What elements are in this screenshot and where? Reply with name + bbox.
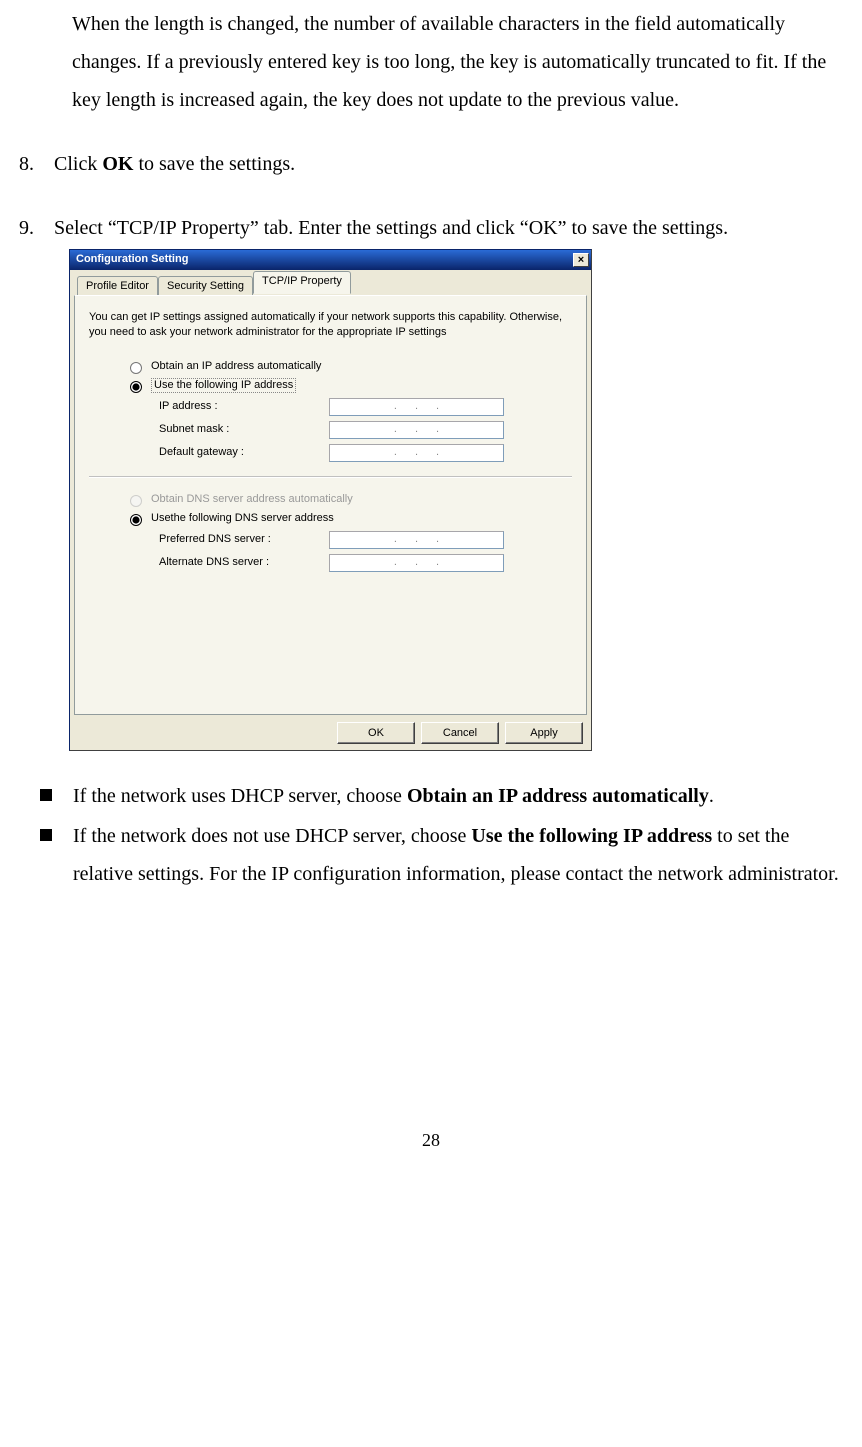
radio-use-following-dns-input[interactable] [130,514,142,526]
dialog-titlebar[interactable]: Configuration Setting × [70,250,591,270]
tab-security-setting[interactable]: Security Setting [158,276,253,296]
radio-use-following-ip-input[interactable] [130,381,142,393]
input-alt-dns[interactable]: ... [329,554,504,572]
step-number: 8. [19,145,34,183]
radio-obtain-ip-label: Obtain an IP address automatically [151,360,321,373]
bullet2-b: Use the following IP address [471,825,712,847]
input-gateway[interactable]: ... [329,444,504,462]
label-subnet: Subnet mask : [159,423,329,436]
field-alt-dns: Alternate DNS server : ... [159,554,572,572]
ok-button[interactable]: OK [337,722,415,744]
step-9-text: Select “TCP/IP Property” tab. Enter the … [54,217,728,239]
input-subnet[interactable]: ... [329,421,504,439]
field-gateway: Default gateway : ... [159,444,572,462]
label-ip-address: IP address : [159,400,329,413]
field-ip-address: IP address : ... [159,398,572,416]
page-number: 28 [23,1123,839,1157]
radio-obtain-ip-input[interactable] [130,362,142,374]
radio-use-following-dns-label: Usethe following DNS server address [151,512,334,525]
radio-obtain-dns-label: Obtain DNS server address automatically [151,493,353,506]
cancel-button[interactable]: Cancel [421,722,499,744]
radio-obtain-dns-input [130,495,142,507]
tab-tcpip-property[interactable]: TCP/IP Property [253,271,351,294]
step-8-text-b: OK [102,153,133,175]
tab-strip: Profile Editor Security Setting TCP/IP P… [74,274,587,296]
close-icon[interactable]: × [573,253,589,267]
label-gateway: Default gateway : [159,446,329,459]
step-8-text-a: Click [54,153,102,175]
continuation-paragraph: When the length is changed, the number o… [72,5,839,119]
radio-obtain-ip[interactable]: Obtain an IP address automatically [125,359,572,374]
intro-text: You can get IP settings assigned automat… [89,310,572,341]
input-pref-dns[interactable]: ... [329,531,504,549]
bullet1-c: . [709,785,714,807]
radio-use-following-dns[interactable]: Usethe following DNS server address [125,511,572,526]
config-dialog: Configuration Setting × Profile Editor S… [69,249,592,751]
step-8-text-c: to save the settings. [133,153,295,175]
bullet-static: If the network does not use DHCP server,… [38,817,839,893]
field-pref-dns: Preferred DNS server : ... [159,531,572,549]
bullet1-b: Obtain an IP address automatically [407,785,709,807]
step-number: 9. [19,209,34,247]
field-subnet: Subnet mask : ... [159,421,572,439]
input-ip-address[interactable]: ... [329,398,504,416]
bullet1-a: If the network uses DHCP server, choose [73,785,407,807]
step-8: 8. Click OK to save the settings. [23,145,839,183]
tab-panel: You can get IP settings assigned automat… [74,295,587,715]
label-pref-dns: Preferred DNS server : [159,533,329,546]
dialog-title: Configuration Setting [76,253,188,266]
radio-obtain-dns: Obtain DNS server address automatically [125,492,572,507]
radio-use-following-ip-label: Use the following IP address [151,378,296,393]
bullet-dhcp: If the network uses DHCP server, choose … [38,777,839,815]
divider [89,476,572,478]
radio-use-following-ip[interactable]: Use the following IP address [125,378,572,393]
bullet2-a: If the network does not use DHCP server,… [73,825,471,847]
tab-profile-editor[interactable]: Profile Editor [77,276,158,296]
step-9: 9. Select “TCP/IP Property” tab. Enter t… [23,209,839,751]
apply-button[interactable]: Apply [505,722,583,744]
label-alt-dns: Alternate DNS server : [159,556,329,569]
